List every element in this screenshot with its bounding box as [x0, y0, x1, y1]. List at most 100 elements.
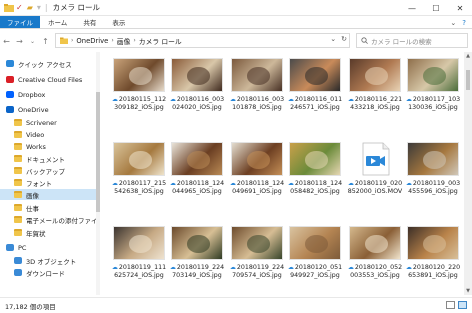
- photo-thumbnail: [113, 58, 165, 92]
- address-bar[interactable]: › OneDrive › 画像 › カメラ ロール ⌄ ↻: [55, 33, 350, 48]
- photo-thumbnail: [349, 58, 401, 92]
- nav-item[interactable]: ドキュメント: [0, 153, 96, 164]
- folder-icon: [14, 229, 22, 236]
- tab-share[interactable]: 共有: [75, 16, 104, 28]
- nav-item[interactable]: Scrivener: [0, 117, 96, 128]
- nav-item-label: フォント: [26, 179, 52, 188]
- back-arrow-icon[interactable]: ←: [0, 37, 13, 46]
- tab-home[interactable]: ホーム: [40, 16, 75, 28]
- search-placeholder: カメラ ロールの検索: [371, 37, 432, 46]
- file-tile[interactable]: ☁20180120_220653891_iOS.jpg: [404, 226, 462, 280]
- nav-item[interactable]: Works: [0, 141, 96, 152]
- photo-thumbnail: [113, 142, 165, 176]
- nav-item[interactable]: フォント: [0, 177, 96, 188]
- file-name: ☁20180116_221433218_iOS.jpg: [346, 96, 404, 112]
- file-tile[interactable]: ☁20180119_111625724_iOS.jpg: [110, 226, 168, 280]
- close-button[interactable]: ✕: [448, 0, 472, 16]
- nav-item[interactable]: ダウンロード: [0, 267, 96, 278]
- quick-access-toolbar-check-icon[interactable]: ✓: [16, 3, 23, 12]
- cloud-sync-icon: ☁: [111, 264, 118, 271]
- file-tile[interactable]: ☁20180117_215542638_iOS.jpg: [110, 142, 168, 196]
- nav-item[interactable]: Creative Cloud Files: [0, 74, 96, 85]
- file-tile[interactable]: ☁20180119_020852000_iOS.MOV: [346, 142, 404, 196]
- refresh-icon[interactable]: ↻: [341, 35, 347, 43]
- navigation-row: ← → ⌄ ↑ › OneDrive › 画像 › カメラ ロール ⌄ ↻ カメ…: [0, 30, 472, 52]
- file-name-text: 20180119_020852000_iOS.MOV: [347, 180, 403, 195]
- file-tile[interactable]: ☁20180120_051949927_iOS.jpg: [286, 226, 344, 280]
- search-box[interactable]: カメラ ロールの検索: [356, 33, 468, 48]
- details-view-icon[interactable]: [446, 301, 455, 309]
- nav-item-label: 電子メールの添付ファイル: [26, 216, 96, 225]
- file-name: ☁20180116_011246571_iOS.jpg: [286, 96, 344, 112]
- ribbon-right-controls: ⌄ ?: [450, 17, 466, 28]
- file-tile[interactable]: ☁20180118_124058482_iOS.jpg: [286, 142, 344, 196]
- nav-item[interactable]: OneDrive: [0, 104, 96, 115]
- tab-view[interactable]: 表示: [104, 16, 133, 28]
- nav-item[interactable]: 3D オブジェクト: [0, 255, 96, 266]
- nav-item[interactable]: 年賀状: [0, 227, 96, 238]
- file-tile[interactable]: ☁20180119_003455596_iOS.jpg: [404, 142, 462, 196]
- minimize-button[interactable]: —: [400, 0, 424, 16]
- file-tile[interactable]: ☁20180120_052003553_iOS.jpg: [346, 226, 404, 280]
- file-name: ☁20180119_224709574_iOS.jpg: [228, 264, 286, 280]
- photo-thumbnail: [289, 58, 341, 92]
- cloud-sync-icon: ☁: [229, 264, 236, 271]
- file-tile[interactable]: ☁20180117_103130036_iOS.jpg: [404, 58, 462, 112]
- file-name: ☁20180119_224703149_iOS.jpg: [168, 264, 226, 280]
- forward-arrow-icon[interactable]: →: [13, 37, 26, 46]
- quick-access-toolbar-folder-icon[interactable]: ▰: [27, 3, 33, 12]
- large-icons-view-icon[interactable]: [458, 301, 467, 309]
- file-tile[interactable]: ☁20180118_124049691_iOS.jpg: [228, 142, 286, 196]
- nav-item[interactable]: 仕事: [0, 202, 96, 213]
- cloud-sync-icon: ☁: [169, 96, 176, 103]
- nav-pane-scrollbar[interactable]: [96, 52, 100, 295]
- file-tile[interactable]: ☁20180116_003101878_iOS.jpg: [228, 58, 286, 112]
- content-scroll-thumb[interactable]: [466, 70, 470, 90]
- expand-ribbon-icon[interactable]: ⌄: [450, 19, 456, 27]
- breadcrumb-camera-roll[interactable]: カメラ ロール: [139, 36, 182, 46]
- photo-thumbnail: [171, 58, 223, 92]
- file-tile[interactable]: ☁20180116_221433218_iOS.jpg: [346, 58, 404, 112]
- cloud-sync-icon: ☁: [287, 96, 294, 103]
- title-separator: |: [44, 3, 48, 12]
- file-tile[interactable]: ☁20180119_224709574_iOS.jpg: [228, 226, 286, 280]
- nav-item[interactable]: バックアップ: [0, 165, 96, 176]
- photo-thumbnail: [407, 58, 459, 92]
- help-icon[interactable]: ?: [462, 19, 466, 27]
- nav-pane-scroll-thumb[interactable]: [96, 92, 100, 212]
- file-name-text: 20180116_221433218_iOS.jpg: [350, 96, 403, 111]
- breadcrumb-pictures[interactable]: 画像: [117, 36, 131, 46]
- file-tile[interactable]: ☁20180116_011246571_iOS.jpg: [286, 58, 344, 112]
- scroll-up-icon[interactable]: ▲: [464, 53, 472, 59]
- folder-icon: [14, 179, 22, 186]
- nav-item[interactable]: 電子メールの添付ファイル: [0, 214, 96, 225]
- nav-item[interactable]: Video: [0, 129, 96, 140]
- cloud-sync-icon: ☁: [287, 180, 294, 187]
- content-scrollbar[interactable]: ▲ ▼: [464, 52, 472, 295]
- cloud-sync-icon: ☁: [111, 180, 118, 187]
- item-count: 17,182 個の項目: [5, 302, 56, 311]
- photo-thumbnail: [289, 226, 341, 260]
- photo-thumbnail: [231, 142, 283, 176]
- file-name-text: 20180120_220653891_iOS.jpg: [408, 264, 461, 279]
- cloud-sync-icon: ☁: [347, 264, 354, 271]
- up-arrow-icon[interactable]: ↑: [39, 37, 52, 46]
- nav-item[interactable]: Dropbox: [0, 89, 96, 100]
- file-tile[interactable]: ☁20180118_124044965_iOS.jpg: [168, 142, 226, 196]
- recent-locations-icon[interactable]: ⌄: [26, 38, 39, 45]
- photo-thumbnail: [231, 58, 283, 92]
- address-dropdown-icon[interactable]: ⌄: [330, 35, 336, 43]
- file-tile[interactable]: ☁20180119_224703149_iOS.jpg: [168, 226, 226, 280]
- nav-item[interactable]: クイック アクセス: [0, 58, 96, 69]
- nav-item[interactable]: 画像: [0, 189, 96, 200]
- search-icon: [361, 37, 368, 44]
- breadcrumb-onedrive[interactable]: OneDrive: [76, 37, 108, 45]
- file-tile[interactable]: ☁20180115_112309182_iOS.jpg: [110, 58, 168, 112]
- scroll-down-icon[interactable]: ▼: [464, 288, 472, 294]
- file-name: ☁20180116_003024020_iOS.jpg: [168, 96, 226, 112]
- maximize-button[interactable]: ☐: [424, 0, 448, 16]
- quick-access-dropdown-icon[interactable]: ▾: [37, 3, 41, 12]
- file-tile[interactable]: ☁20180116_003024020_iOS.jpg: [168, 58, 226, 112]
- nav-item[interactable]: PC: [0, 242, 96, 253]
- tab-file[interactable]: ファイル: [0, 16, 40, 28]
